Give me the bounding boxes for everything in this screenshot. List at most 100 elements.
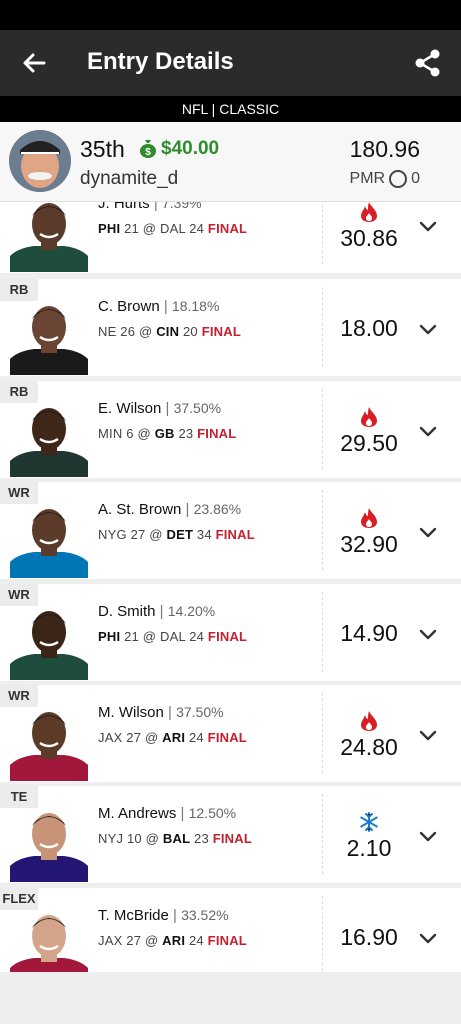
game-status: FINAL [215, 527, 255, 542]
player-photo [10, 906, 88, 972]
ownership-percent: 33.52% [181, 907, 229, 923]
score-away: 10 [126, 831, 142, 846]
score-away: 21 [124, 221, 139, 236]
player-name: M. Wilson [98, 704, 164, 721]
chevron-down-icon[interactable] [419, 526, 437, 538]
score-home: 23 [194, 831, 209, 846]
chevron-down-icon[interactable] [419, 729, 437, 741]
score-home: 24 [189, 629, 205, 644]
page-title: Entry Details [87, 48, 234, 75]
player-row[interactable]: WR D. Smith | 14.20% PHI 21 @ DAL 24 FINAL… [0, 584, 461, 681]
team-home: DAL [160, 221, 186, 236]
player-name-line: J. Hurts | 7.39% [98, 202, 202, 212]
player-name-line: M. Andrews | 12.50% [98, 805, 236, 822]
player-photo [10, 500, 88, 578]
hot-icon [358, 710, 380, 732]
at-symbol: @ [138, 324, 153, 339]
player-row[interactable]: TE M. Andrews | 12.50% NYJ 10 @ BAL 23 FIN… [0, 786, 461, 883]
at-symbol: @ [137, 426, 151, 441]
team-away: NE [98, 324, 117, 339]
player-name-line: C. Brown | 18.18% [98, 298, 219, 315]
score-away: 21 [124, 629, 139, 644]
fantasy-points: 2.10 [346, 835, 392, 861]
entry-summary: 35th $ $40.00 dynamite_d 180.96 PMR 0 [0, 122, 461, 202]
chevron-down-icon[interactable] [419, 323, 437, 335]
status-bar [0, 0, 461, 30]
column-divider [322, 896, 323, 972]
player-name: D. Smith [98, 603, 156, 620]
hot-icon [358, 202, 380, 223]
avatar[interactable] [9, 130, 71, 192]
game-status: FINAL [197, 426, 237, 441]
pmr: PMR 0 [350, 170, 420, 188]
team-home: DET [166, 527, 194, 542]
game-status: FINAL [207, 629, 248, 644]
player-name-line: D. Smith | 14.20% [98, 603, 215, 620]
fantasy-points: 29.50 [340, 430, 398, 456]
pmr-value: 0 [411, 170, 420, 187]
ownership-percent: 7.39% [161, 202, 202, 211]
player-row[interactable]: RB C. Brown | 18.18% NE 26 @ CIN 20 FINAL 1… [0, 279, 461, 376]
player-name: T. McBride [98, 907, 169, 924]
ownership-percent: 37.50% [176, 704, 224, 720]
share-icon[interactable] [413, 48, 443, 78]
player-row[interactable]: WR A. St. Brown | 23.86% NYG 27 @ DET 34 F… [0, 482, 461, 579]
team-home: ARI [162, 933, 186, 948]
separator: | [159, 298, 172, 315]
winnings: $40.00 [161, 138, 220, 159]
column-divider [322, 490, 323, 570]
player-photo [10, 399, 88, 477]
back-arrow-icon[interactable] [18, 47, 50, 79]
ownership-percent: 37.50% [173, 400, 222, 416]
player-photo [10, 297, 88, 375]
username: dynamite_d [80, 168, 179, 189]
game-info: NE 26 @ CIN 20 FINAL [98, 324, 241, 339]
game-info: MIN 6 @ GB 23 FINAL [98, 426, 236, 441]
at-symbol: @ [142, 221, 157, 236]
team-home: CIN [156, 324, 180, 339]
game-info: PHI 21 @ DAL 24 FINAL [98, 629, 247, 644]
team-away: NYG [98, 527, 127, 542]
chevron-down-icon[interactable] [419, 830, 437, 842]
separator: | [161, 400, 174, 417]
column-divider [322, 287, 323, 367]
contest-type-bar: NFL | CLASSIC [0, 96, 461, 122]
column-divider [322, 794, 323, 874]
game-status: FINAL [207, 730, 247, 745]
player-name-line: E. Wilson | 37.50% [98, 400, 221, 417]
at-symbol: @ [144, 933, 159, 948]
pmr-ring-icon [389, 170, 408, 188]
player-photo [10, 602, 88, 680]
ownership-percent: 23.86% [193, 501, 242, 517]
roster-list: J. Hurts | 7.39% PHI 21 @ DAL 24 FINAL 30.… [0, 202, 461, 972]
ownership-percent: 14.20% [167, 603, 216, 619]
player-row[interactable]: J. Hurts | 7.39% PHI 21 @ DAL 24 FINAL 30.… [0, 202, 461, 273]
chevron-down-icon[interactable] [419, 425, 437, 437]
team-home: DAL [160, 629, 186, 644]
column-divider [322, 202, 323, 264]
score-home: 24 [188, 730, 204, 745]
chevron-down-icon[interactable] [419, 932, 437, 944]
chevron-down-icon[interactable] [419, 628, 437, 640]
separator: | [163, 704, 177, 721]
player-photo [10, 202, 88, 272]
player-name: A. St. Brown [98, 501, 182, 518]
separator: | [155, 603, 168, 620]
player-row[interactable]: FLEX T. McBride | 33.52% JAX 27 @ ARI 24 F… [0, 888, 461, 972]
team-away: NYJ [98, 831, 124, 846]
at-symbol: @ [144, 730, 159, 745]
score-away: 27 [126, 730, 142, 745]
player-name-line: A. St. Brown | 23.86% [98, 501, 241, 518]
player-row[interactable]: RB E. Wilson | 37.50% MIN 6 @ GB 23 FINAL 2… [0, 381, 461, 478]
game-status: FINAL [201, 324, 241, 339]
player-name-line: M. Wilson | 37.50% [98, 704, 224, 721]
chevron-down-icon[interactable] [419, 220, 437, 232]
game-info: JAX 27 @ ARI 24 FINAL [98, 730, 247, 745]
player-name: M. Andrews [98, 805, 177, 822]
separator: | [149, 202, 162, 212]
column-divider [322, 389, 323, 469]
player-row[interactable]: WR M. Wilson | 37.50% JAX 27 @ ARI 24 FINA… [0, 685, 461, 782]
game-status: FINAL [207, 933, 247, 948]
game-info: JAX 27 @ ARI 24 FINAL [98, 933, 247, 948]
team-home: ARI [162, 730, 186, 745]
